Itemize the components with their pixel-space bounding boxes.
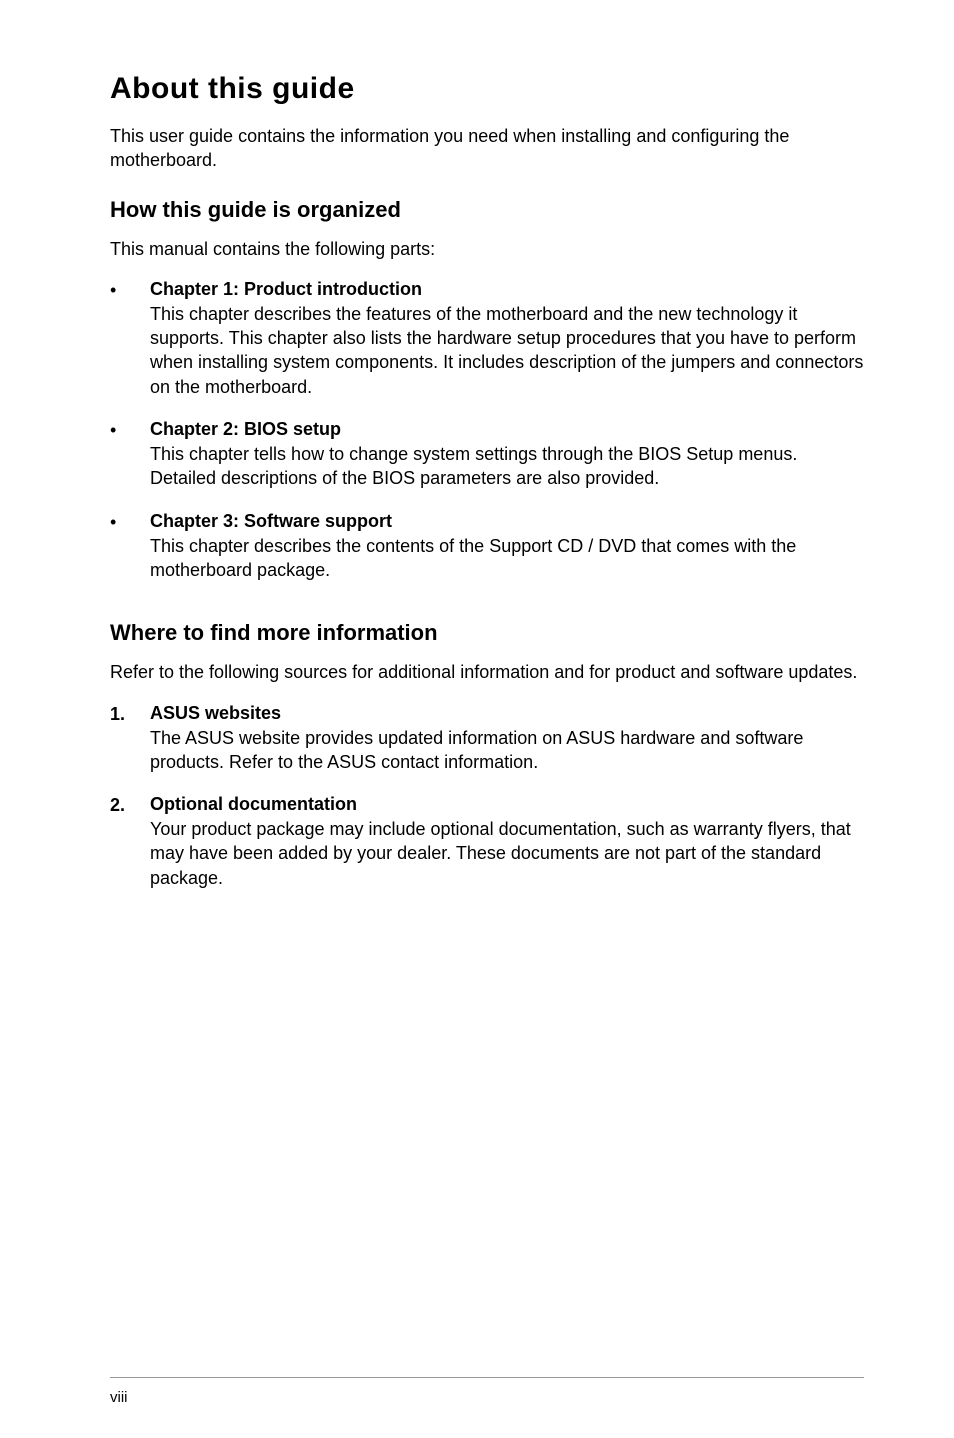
list-item-title: Chapter 3: Software support: [150, 511, 864, 532]
list-item-title: Optional documentation: [150, 794, 864, 815]
list-item-title: Chapter 1: Product introduction: [150, 279, 864, 300]
list-item-body: The ASUS website provides updated inform…: [150, 726, 864, 775]
section2-intro: Refer to the following sources for addit…: [110, 660, 864, 684]
list-item: 2. Optional documentation Your product p…: [110, 794, 864, 890]
section1-intro: This manual contains the following parts…: [110, 237, 864, 261]
list-item-content: Chapter 3: Software support This chapter…: [150, 511, 864, 583]
chapter-list: • Chapter 1: Product introduction This c…: [110, 279, 864, 582]
intro-paragraph: This user guide contains the information…: [110, 124, 864, 173]
numbered-marker: 2.: [110, 794, 150, 890]
list-item-content: ASUS websites The ASUS website provides …: [150, 703, 864, 775]
list-item: • Chapter 1: Product introduction This c…: [110, 279, 864, 399]
list-item: • Chapter 3: Software support This chapt…: [110, 511, 864, 583]
page-title: About this guide: [110, 72, 864, 106]
list-item-title: ASUS websites: [150, 703, 864, 724]
list-item: • Chapter 2: BIOS setup This chapter tel…: [110, 419, 864, 491]
list-item-body: This chapter describes the contents of t…: [150, 534, 864, 583]
list-item-body: This chapter tells how to change system …: [150, 442, 864, 491]
footer-divider: [110, 1377, 864, 1378]
bullet-marker: •: [110, 279, 150, 399]
numbered-marker: 1.: [110, 703, 150, 775]
info-sources-list: 1. ASUS websites The ASUS website provid…: [110, 703, 864, 890]
section-heading-organized: How this guide is organized: [110, 197, 864, 223]
list-item-body: This chapter describes the features of t…: [150, 302, 864, 399]
list-item-content: Chapter 1: Product introduction This cha…: [150, 279, 864, 399]
list-item-content: Optional documentation Your product pack…: [150, 794, 864, 890]
page-number: viii: [110, 1389, 128, 1406]
list-item-content: Chapter 2: BIOS setup This chapter tells…: [150, 419, 864, 491]
list-item: 1. ASUS websites The ASUS website provid…: [110, 703, 864, 775]
list-item-body: Your product package may include optiona…: [150, 817, 864, 890]
bullet-marker: •: [110, 511, 150, 583]
list-item-title: Chapter 2: BIOS setup: [150, 419, 864, 440]
bullet-marker: •: [110, 419, 150, 491]
section-heading-more-info: Where to find more information: [110, 620, 864, 646]
